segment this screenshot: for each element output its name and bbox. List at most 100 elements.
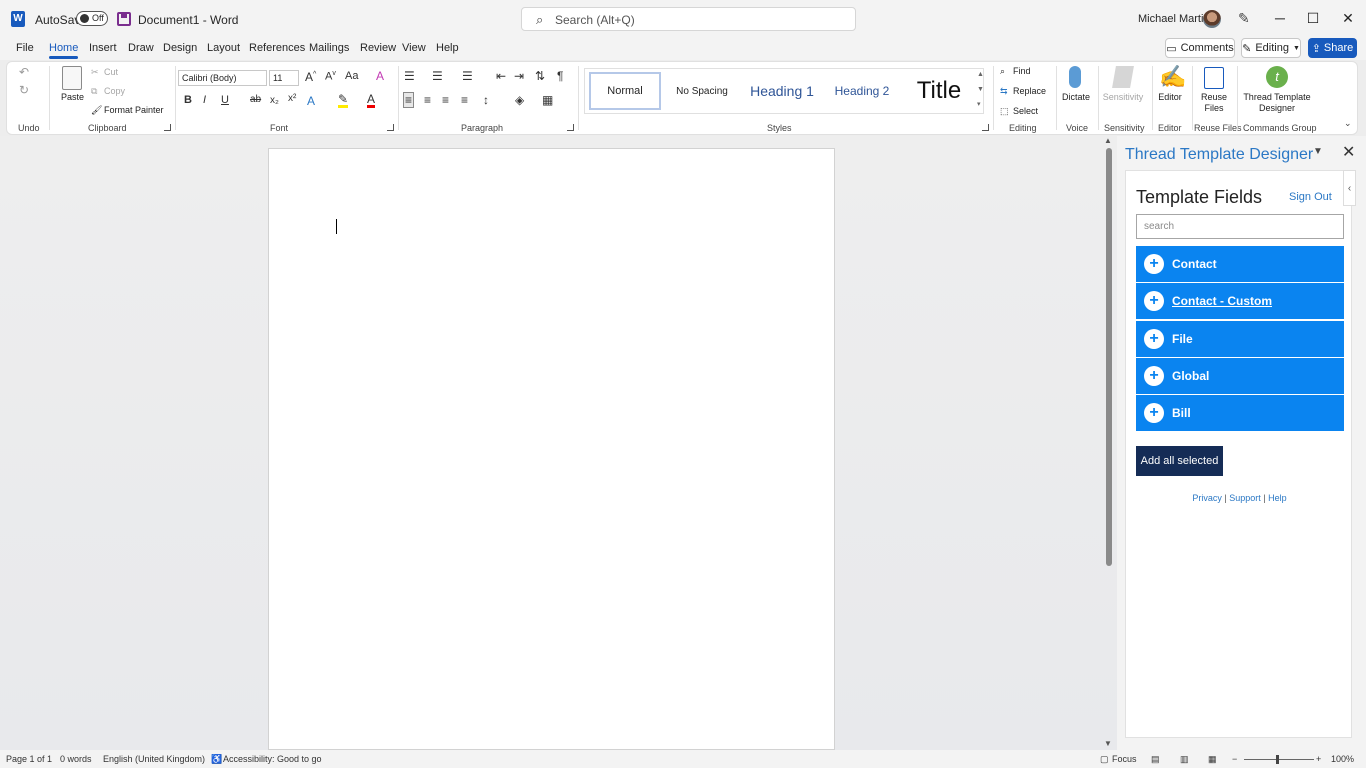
field-global[interactable]: + Global <box>1136 357 1344 394</box>
sign-out-link[interactable]: Sign Out <box>1289 191 1332 203</box>
pane-options-icon[interactable]: ▼ <box>1313 146 1323 157</box>
microphone-icon[interactable] <box>1069 66 1081 88</box>
italic-icon[interactable]: I <box>203 94 206 106</box>
paste-button[interactable]: Paste <box>61 92 84 102</box>
tab-mailings[interactable]: Mailings <box>309 42 349 54</box>
superscript-icon[interactable]: x² <box>288 93 296 104</box>
shading-icon[interactable]: ◈ <box>515 93 524 107</box>
zoom-level[interactable]: 100% <box>1331 754 1354 764</box>
strikethrough-icon[interactable]: ab <box>250 94 261 105</box>
underline-icon[interactable]: U <box>221 94 229 106</box>
style-heading-2[interactable]: Heading 2 <box>825 72 899 110</box>
accessibility-status[interactable]: Accessibility: Good to go <box>223 754 322 764</box>
reuse-files-icon[interactable] <box>1204 67 1224 89</box>
align-center-icon[interactable]: ≡ <box>424 93 431 107</box>
bold-icon[interactable]: B <box>184 94 192 106</box>
paste-icon[interactable] <box>62 66 82 90</box>
increase-indent-icon[interactable]: ⇥ <box>514 69 524 83</box>
clear-formatting-icon[interactable]: A <box>376 69 384 83</box>
zoom-out-icon[interactable]: − <box>1232 754 1237 764</box>
minimize-icon[interactable]: ─ <box>1270 8 1290 28</box>
designer-pen-icon[interactable]: ✎ <box>1238 10 1250 27</box>
user-name[interactable]: Michael Martin <box>1138 13 1210 25</box>
avatar[interactable] <box>1203 10 1221 28</box>
undo-icon[interactable]: ↶ <box>19 65 29 79</box>
search-input[interactable]: ⌕ Search (Alt+Q) <box>521 7 856 31</box>
close-icon[interactable]: ✕ <box>1338 8 1358 28</box>
paragraph-launcher-icon[interactable] <box>567 124 574 131</box>
field-bill[interactable]: + Bill <box>1136 395 1344 432</box>
gallery-more-icon[interactable]: ▾ <box>977 100 981 108</box>
document-page[interactable] <box>268 148 835 750</box>
field-contact[interactable]: + Contact <box>1136 246 1344 282</box>
tab-help[interactable]: Help <box>436 42 459 54</box>
autosave-toggle[interactable]: Off <box>76 11 108 26</box>
zoom-slider-thumb[interactable] <box>1276 755 1279 764</box>
select-button[interactable]: Select <box>1013 106 1038 116</box>
style-heading-1[interactable]: Heading 1 <box>743 72 821 110</box>
support-link[interactable]: Support <box>1229 493 1261 503</box>
numbering-icon[interactable]: ☰ <box>432 69 443 83</box>
vertical-scrollbar[interactable]: ▲ ▼ <box>1103 136 1115 750</box>
bullets-icon[interactable]: ☰ <box>404 69 415 83</box>
font-family-dropdown[interactable]: Calibri (Body) <box>178 70 267 86</box>
thread-logo-icon[interactable]: t <box>1266 66 1288 88</box>
word-count[interactable]: 0 words <box>60 754 92 764</box>
focus-button[interactable]: Focus <box>1112 754 1137 764</box>
grow-font-icon[interactable]: A^ <box>305 70 316 84</box>
zoom-in-icon[interactable]: + <box>1316 754 1321 764</box>
tab-home[interactable]: Home <box>49 42 79 59</box>
highlight-icon[interactable]: ✎ <box>338 93 349 108</box>
replace-button[interactable]: Replace <box>1013 86 1046 96</box>
gallery-up-icon[interactable]: ▲ <box>977 71 984 78</box>
clipboard-launcher-icon[interactable] <box>164 124 171 131</box>
format-painter-button[interactable]: Format Painter <box>104 105 164 115</box>
thread-template-designer-button[interactable]: Thread Template Designer <box>1241 92 1313 114</box>
editor-icon[interactable]: ✍ <box>1159 64 1186 90</box>
editor-button[interactable]: Editor <box>1155 92 1185 103</box>
cut-button[interactable]: Cut <box>104 67 118 77</box>
help-link[interactable]: Help <box>1268 493 1287 503</box>
pane-collapse-icon[interactable]: ‹ <box>1343 170 1356 206</box>
maximize-icon[interactable]: ☐ <box>1303 8 1323 28</box>
font-size-dropdown[interactable]: 11 <box>269 70 299 86</box>
style-normal[interactable]: Normal <box>589 72 661 110</box>
style-no-spacing[interactable]: No Spacing <box>665 72 739 110</box>
scrollbar-thumb[interactable] <box>1106 148 1112 566</box>
web-layout-icon[interactable]: ▦ <box>1208 754 1217 765</box>
editing-mode-button[interactable]: ✎ Editing ▼ <box>1241 38 1301 58</box>
print-layout-icon[interactable]: ▥ <box>1180 754 1189 765</box>
multilevel-list-icon[interactable]: ☰ <box>462 69 473 83</box>
privacy-link[interactable]: Privacy <box>1192 493 1222 503</box>
tab-insert[interactable]: Insert <box>89 42 117 54</box>
read-mode-icon[interactable]: ▤ <box>1151 754 1160 765</box>
scroll-up-icon[interactable]: ▲ <box>1104 136 1112 145</box>
ribbon-collapse-icon[interactable]: ⌄ <box>1344 118 1352 129</box>
comments-button[interactable]: ▭ Comments <box>1165 38 1235 58</box>
tab-design[interactable]: Design <box>163 42 197 54</box>
find-button[interactable]: Find <box>1013 66 1031 76</box>
save-icon[interactable] <box>117 12 131 26</box>
tab-layout[interactable]: Layout <box>207 42 240 54</box>
change-case-icon[interactable]: Aa <box>345 70 358 82</box>
shrink-font-icon[interactable]: Av <box>325 70 336 83</box>
font-color-icon[interactable]: A <box>367 93 376 108</box>
field-file[interactable]: + File <box>1136 320 1344 357</box>
template-fields-search-input[interactable] <box>1136 214 1344 239</box>
dictate-button[interactable]: Dictate <box>1061 92 1091 103</box>
pane-close-icon[interactable]: ✕ <box>1342 142 1355 162</box>
tab-view[interactable]: View <box>402 42 426 54</box>
tab-draw[interactable]: Draw <box>128 42 154 54</box>
language-status[interactable]: English (United Kingdom) <box>103 754 205 764</box>
zoom-slider[interactable] <box>1244 759 1314 760</box>
text-effects-icon[interactable]: A <box>307 94 315 108</box>
redo-icon[interactable]: ↻ <box>19 83 29 97</box>
align-left-icon[interactable]: ≡ <box>403 92 415 108</box>
decrease-indent-icon[interactable]: ⇤ <box>496 69 506 83</box>
field-contact-custom[interactable]: + Contact - Custom <box>1136 283 1344 320</box>
tab-file[interactable]: File <box>16 42 34 54</box>
tab-review[interactable]: Review <box>360 42 396 54</box>
styles-launcher-icon[interactable] <box>982 124 989 131</box>
subscript-icon[interactable]: x₂ <box>270 95 279 106</box>
sort-icon[interactable]: ⇅ <box>535 69 545 83</box>
